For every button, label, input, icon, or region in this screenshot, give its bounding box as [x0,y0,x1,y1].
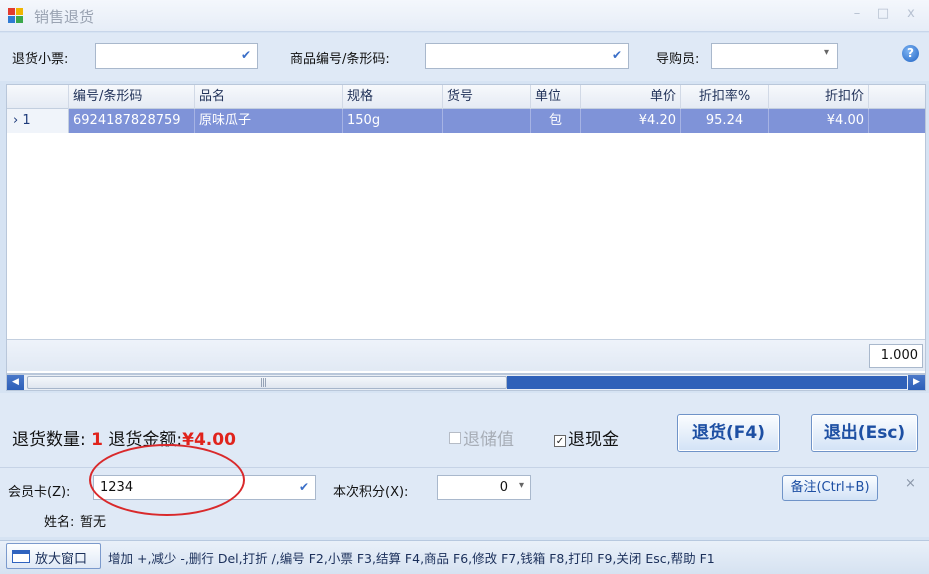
product-code-label: 商品编号/条形码: [290,52,390,67]
close-button[interactable]: x [900,4,922,24]
points-input[interactable]: 0 ▾ [437,475,531,500]
exit-button[interactable]: 退出(Esc) [811,414,918,452]
quantity-total: 1.000 [869,344,923,368]
member-card-label: 会员卡(Z): [8,485,71,500]
checkbox-unchecked-icon[interactable] [449,432,461,444]
chevron-down-icon[interactable]: ▾ [519,480,524,491]
checkbox-checked-icon[interactable]: ✓ [554,435,566,447]
return-button[interactable]: 退货(F4) [677,414,780,452]
row-indicator[interactable]: › 1 [7,109,69,133]
column-header-discount-price[interactable]: 折扣价 [769,85,869,109]
product-code-combo[interactable]: ✔ [425,43,629,69]
grip-icon: ||| [260,378,267,388]
check-dropdown-icon[interactable]: ✔ [241,48,251,62]
return-qty-value: 1 [91,430,103,450]
points-label: 本次积分(X): [333,485,409,500]
enlarge-window-button[interactable]: 放大窗口 [6,543,101,569]
refund-stored-value-label: 退储值 [463,430,514,450]
member-name-value: 暂无 [80,515,107,530]
cell-unit[interactable]: 包 [531,109,581,133]
window-title: 销售退货 [34,8,95,26]
close-panel-icon[interactable]: × [905,476,916,491]
receipt-combo[interactable]: ✔ [95,43,258,69]
column-header-discount-rate[interactable]: 折扣率% [681,85,769,109]
scrollbar-track[interactable] [507,376,907,389]
scroll-left-icon[interactable]: ◀ [7,375,24,390]
guide-label: 导购员: [656,52,700,67]
column-header-barcode[interactable]: 编号/条形码 [69,85,195,109]
maximize-button[interactable]: □ [872,4,894,24]
app-icon [8,8,24,24]
memo-button[interactable]: 备注(Ctrl+B) [782,475,878,501]
minimize-button[interactable]: – [846,4,868,24]
grid-header: 编号/条形码 品名 规格 货号 单位 单价 折扣率% 折扣价 [7,85,925,109]
annotation-circle [89,444,245,516]
row-indicator-header [7,85,69,109]
check-dropdown-icon[interactable]: ✔ [299,480,309,494]
refund-stored-value-checkbox[interactable]: 退储值 [449,425,514,450]
table-row[interactable]: › 1 6924187828759 原味瓜子 150g 包 ¥4.20 95.2… [7,109,925,133]
column-header-name[interactable]: 品名 [195,85,343,109]
points-value: 0 [499,480,508,495]
member-name-label: 姓名: [44,515,75,530]
receipt-label: 退货小票: [12,52,69,67]
check-dropdown-icon[interactable]: ✔ [612,48,622,62]
column-header-unit[interactable]: 单位 [531,85,581,109]
grid-footer-row: 1.000 [7,339,925,371]
scrollbar-thumb[interactable]: ||| [27,376,507,389]
return-qty-label: 退货数量: [12,430,86,450]
column-header-unit-price[interactable]: 单价 [581,85,681,109]
cell-name[interactable]: 原味瓜子 [195,109,343,133]
cell-unit-price[interactable]: ¥4.20 [581,109,681,133]
column-header-spec[interactable]: 规格 [343,85,443,109]
refund-cash-label: 退现金 [568,430,619,450]
chevron-down-icon[interactable]: ▾ [824,47,829,58]
guide-select[interactable]: ▾ [711,43,838,69]
horizontal-scrollbar[interactable]: ◀ ||| ▶ [6,374,926,391]
return-items-grid: 编号/条形码 品名 规格 货号 单位 单价 折扣率% 折扣价 › 1 69241… [6,84,926,374]
scroll-right-icon[interactable]: ▶ [908,375,925,390]
title-bar: 销售退货 – □ x [0,0,929,32]
hotkey-hints: 增加 +,减少 -,删行 Del,打折 /,编号 F2,小票 F3,结算 F4,… [108,551,715,566]
return-summary: 退货数量: 1 退货金额:¥4.00 [12,425,236,450]
cell-barcode[interactable]: 6924187828759 [69,109,195,133]
cell-discount-rate[interactable]: 95.24 [681,109,769,133]
window-icon [12,550,30,563]
cell-discount-price[interactable]: ¥4.00 [769,109,869,133]
cell-spec[interactable]: 150g [343,109,443,133]
cell-item-no[interactable] [443,109,531,133]
column-header-item-no[interactable]: 货号 [443,85,531,109]
help-icon[interactable]: ? [902,45,919,62]
refund-cash-checkbox[interactable]: ✓ 退现金 [554,425,619,450]
enlarge-window-label: 放大窗口 [35,552,88,567]
